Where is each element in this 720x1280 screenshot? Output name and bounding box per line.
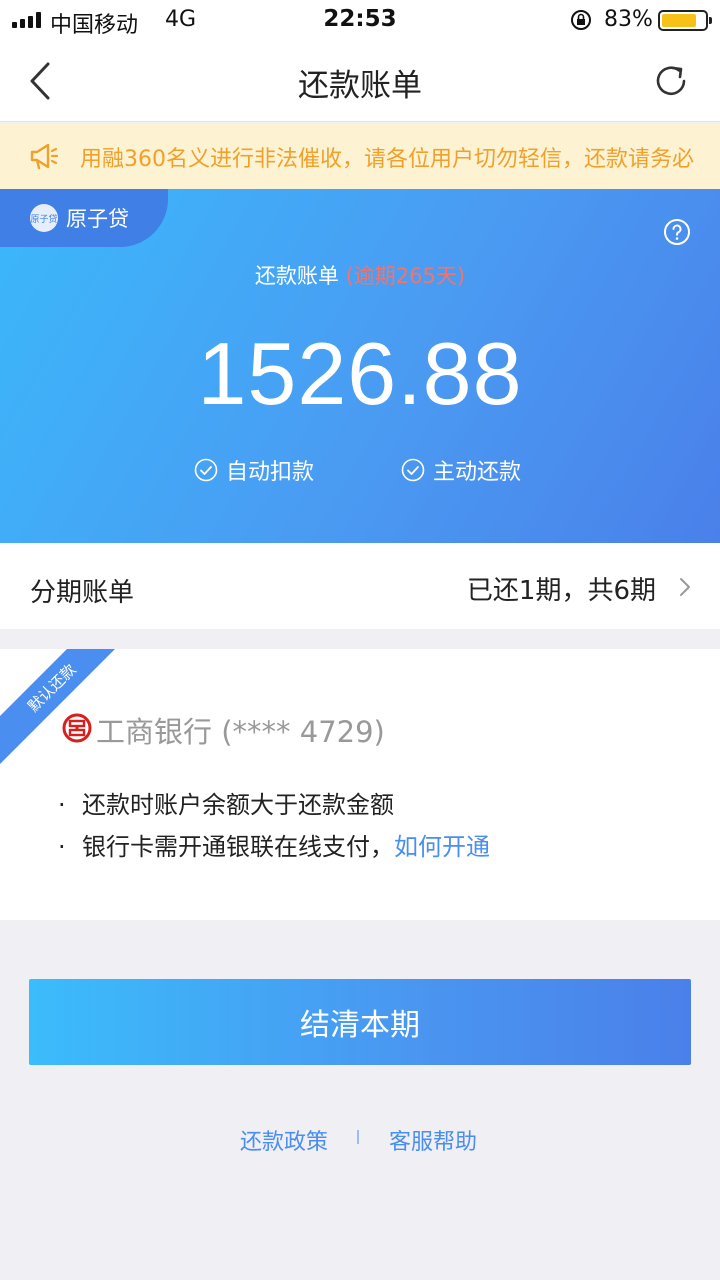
- status-bar: 中国移动 4G 22:53 83%: [0, 0, 720, 40]
- installment-label: 分期账单: [30, 578, 135, 608]
- product-logo: 原子贷: [30, 204, 58, 232]
- note-unionpay-text: 银行卡需开通银联在线支付，: [82, 833, 394, 861]
- icbc-logo-icon: [62, 713, 92, 743]
- battery-icon: [658, 10, 712, 31]
- customer-service-link[interactable]: 客服帮助: [389, 1124, 477, 1156]
- repayment-card-section: 默认还款 工商银行 (**** 4729) · 还款时账户余额大于还款金额 · 银行…: [0, 649, 720, 920]
- installment-status: 已还1期，共6期: [466, 576, 656, 606]
- bill-summary-card: 原子贷 原子贷 还款账单 (逾期265天) 1526.88 自动扣款 主动还款: [0, 189, 720, 543]
- auto-debit-option[interactable]: 自动扣款: [194, 454, 314, 486]
- bill-amount: 1526.88: [197, 324, 523, 423]
- bill-title-label: 还款账单: [254, 264, 339, 288]
- how-to-enable-link[interactable]: 如何开通: [394, 833, 490, 861]
- repayment-policy-link[interactable]: 还款政策: [240, 1124, 328, 1156]
- settle-current-period-button[interactable]: 结清本期: [29, 979, 691, 1065]
- battery-percent: 83%: [604, 7, 653, 32]
- check-circle-icon: [401, 458, 425, 482]
- manual-repay-label: 主动还款: [433, 460, 522, 485]
- manual-repay-option[interactable]: 主动还款: [401, 454, 521, 486]
- chevron-right-icon: [680, 578, 690, 596]
- overdue-days: (逾期265天): [345, 264, 466, 288]
- note-balance-text: 还款时账户余额大于还款金额: [82, 791, 394, 819]
- notice-banner[interactable]: 用融360名义进行非法催收，请各位用户切勿轻信，还款请务必: [0, 123, 720, 189]
- rotation-lock-icon: [571, 10, 591, 30]
- note-unionpay: · 银行卡需开通银联在线支付，如何开通: [58, 833, 490, 861]
- notice-text: 用融360名义进行非法催收，请各位用户切勿轻信，还款请务必: [80, 147, 694, 172]
- note-balance: · 还款时账户余额大于还款金额: [58, 791, 394, 819]
- megaphone-icon: [30, 143, 59, 170]
- footer-divider: [357, 1130, 359, 1144]
- product-name: 原子贷: [66, 207, 129, 231]
- bank-card-name: 工商银行 (**** 4729): [96, 715, 385, 749]
- bill-title: 还款账单 (逾期265天): [0, 260, 720, 290]
- refresh-button[interactable]: [650, 60, 692, 102]
- nav-bar: 还款账单: [0, 40, 720, 122]
- auto-debit-label: 自动扣款: [226, 460, 315, 485]
- page-title: 还款账单: [298, 68, 422, 104]
- check-circle-icon: [194, 458, 218, 482]
- product-tag: 原子贷 原子贷: [0, 189, 168, 247]
- installment-bill-row[interactable]: 分期账单 已还1期，共6期: [0, 543, 720, 629]
- help-icon[interactable]: [663, 218, 691, 246]
